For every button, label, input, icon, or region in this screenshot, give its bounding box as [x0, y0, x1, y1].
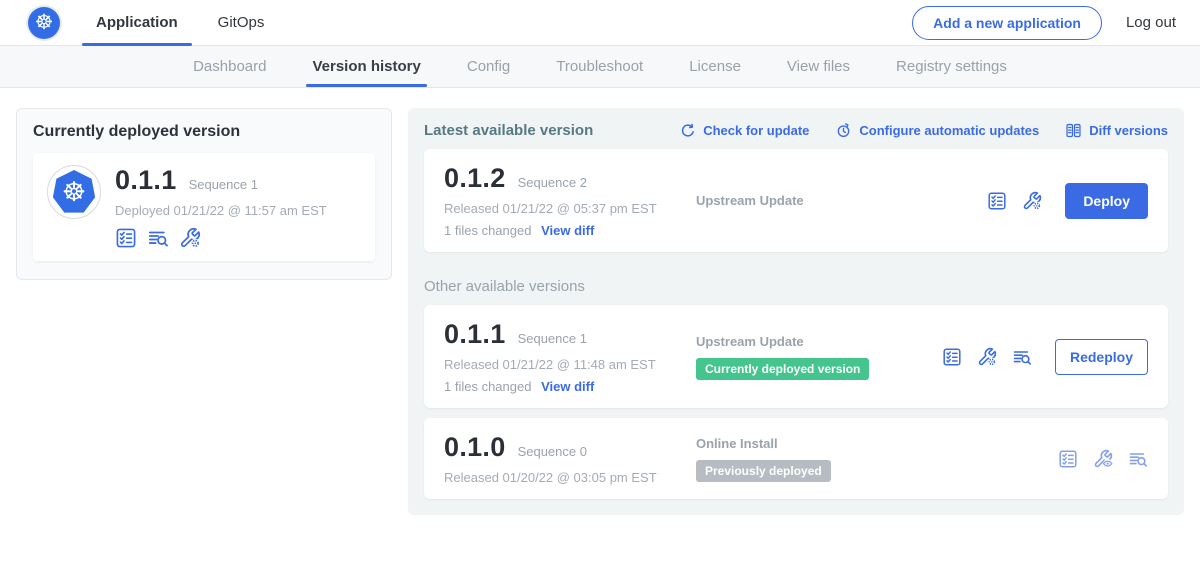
- preflight-checklist-icon[interactable]: [987, 191, 1007, 211]
- configure-automatic-updates-label: Configure automatic updates: [859, 123, 1039, 138]
- view-logs-icon[interactable]: [147, 227, 169, 249]
- deployed-version-tile: ☸ 0.1.1 Sequence 1 Deployed 01/21/22 @ 1…: [33, 153, 375, 261]
- check-for-update-label: Check for update: [703, 123, 809, 138]
- released-timestamp: Released 01/21/22 @ 05:37 pm EST: [444, 201, 696, 216]
- deploy-button[interactable]: Deploy: [1065, 183, 1148, 219]
- subnav-tab-registry-settings-label: Registry settings: [896, 58, 1007, 75]
- subnav-tab-registry-settings[interactable]: Registry settings: [896, 46, 1007, 87]
- subnav-tab-version-history[interactable]: Version history: [312, 46, 420, 87]
- version-number: 0.1.0: [444, 432, 506, 463]
- deployed-version-actions: [115, 227, 327, 249]
- subnav-tab-version-history-label: Version history: [312, 58, 420, 75]
- version-source-column: Online Install Previously deployed: [696, 436, 1058, 482]
- files-changed-count: 1 files changed: [444, 379, 531, 394]
- latest-version-header-row: Latest available version Check for updat…: [424, 122, 1168, 139]
- version-source-label: Upstream Update: [696, 193, 804, 208]
- deployed-version-info: 0.1.1 Sequence 1 Deployed 01/21/22 @ 11:…: [115, 165, 327, 249]
- edit-config-icon[interactable]: [977, 347, 997, 367]
- subnav-tab-view-files[interactable]: View files: [787, 46, 850, 87]
- version-source-column: Upstream Update Currently deployed versi…: [696, 334, 942, 380]
- app-logo-badge: ☸: [47, 165, 101, 219]
- subnav-tab-config-label: Config: [467, 58, 510, 75]
- version-source-label: Online Install: [696, 436, 778, 451]
- version-source-label: Upstream Update: [696, 334, 804, 349]
- tab-application-label: Application: [96, 14, 178, 31]
- preflight-checklist-icon[interactable]: [942, 347, 962, 367]
- version-info: 0.1.1 Sequence 1 Released 01/21/22 @ 11:…: [444, 319, 696, 394]
- view-config-icon[interactable]: [1093, 449, 1113, 469]
- redeploy-button[interactable]: Redeploy: [1055, 339, 1148, 375]
- schedule-icon: [835, 122, 852, 139]
- edit-config-icon[interactable]: [1022, 191, 1042, 211]
- previously-deployed-badge: Previously deployed: [696, 460, 831, 482]
- helm-glyph: ☸: [62, 179, 86, 206]
- diff-versions-label: Diff versions: [1089, 123, 1168, 138]
- kubernetes-helm-icon: ☸: [52, 170, 96, 214]
- check-for-update-link[interactable]: Check for update: [679, 122, 809, 139]
- version-row-0-1-2: 0.1.2 Sequence 2 Released 01/21/22 @ 05:…: [424, 149, 1168, 252]
- version-info: 0.1.2 Sequence 2 Released 01/21/22 @ 05:…: [444, 163, 696, 238]
- view-logs-icon[interactable]: [1128, 449, 1148, 469]
- add-new-application-button[interactable]: Add a new application: [912, 6, 1102, 40]
- released-timestamp: Released 01/21/22 @ 11:48 am EST: [444, 357, 696, 372]
- other-versions-title: Other available versions: [424, 278, 1168, 295]
- view-diff-link[interactable]: View diff: [541, 223, 594, 238]
- files-changed-count: 1 files changed: [444, 223, 531, 238]
- subnav-tab-license-label: License: [689, 58, 741, 75]
- sequence-label: Sequence 0: [518, 444, 587, 459]
- app-subnav: Dashboard Version history Config Trouble…: [0, 46, 1200, 88]
- kubernetes-helm-icon: ☸: [28, 7, 60, 39]
- main-content: Currently deployed version ☸ 0.1.1 Seque…: [0, 88, 1200, 535]
- view-logs-icon[interactable]: [1012, 347, 1032, 367]
- sequence-label: Sequence 1: [518, 331, 587, 346]
- deployed-sequence-label: Sequence 1: [189, 177, 258, 192]
- app-header: ☸ Application GitOps Add a new applicati…: [0, 0, 1200, 46]
- files-changed-line: 1 files changed View diff: [444, 379, 696, 394]
- currently-deployed-card: Currently deployed version ☸ 0.1.1 Seque…: [16, 108, 392, 280]
- configure-automatic-updates-link[interactable]: Configure automatic updates: [835, 122, 1039, 139]
- currently-deployed-badge: Currently deployed version: [696, 358, 869, 380]
- sequence-label: Sequence 2: [518, 175, 587, 190]
- tab-application[interactable]: Application: [96, 0, 178, 46]
- subnav-tab-troubleshoot-label: Troubleshoot: [556, 58, 643, 75]
- diff-icon: [1065, 122, 1082, 139]
- preflight-checklist-icon[interactable]: [115, 227, 137, 249]
- subnav-tab-config[interactable]: Config: [467, 46, 510, 87]
- subnav-tab-license[interactable]: License: [689, 46, 741, 87]
- helm-glyph: ☸: [35, 12, 54, 33]
- update-actions: Check for update Configure automatic upd…: [679, 122, 1168, 139]
- version-info: 0.1.0 Sequence 0 Released 01/20/22 @ 03:…: [444, 432, 696, 485]
- deployed-timestamp: Deployed 01/21/22 @ 11:57 am EST: [115, 203, 327, 218]
- tab-gitops[interactable]: GitOps: [218, 0, 265, 46]
- version-number: 0.1.1: [444, 319, 506, 350]
- latest-version-title: Latest available version: [424, 122, 593, 139]
- files-changed-line: 1 files changed View diff: [444, 223, 696, 238]
- subnav-tab-dashboard[interactable]: Dashboard: [193, 46, 266, 87]
- version-history-panel: Latest available version Check for updat…: [408, 108, 1184, 515]
- diff-versions-link[interactable]: Diff versions: [1065, 122, 1168, 139]
- view-diff-link[interactable]: View diff: [541, 379, 594, 394]
- subnav-tab-troubleshoot[interactable]: Troubleshoot: [556, 46, 643, 87]
- version-actions: Redeploy: [942, 339, 1148, 375]
- version-row-0-1-0: 0.1.0 Sequence 0 Released 01/20/22 @ 03:…: [424, 418, 1168, 499]
- subnav-tab-view-files-label: View files: [787, 58, 850, 75]
- header-right: Add a new application Log out: [912, 6, 1176, 40]
- version-actions: [1058, 449, 1148, 469]
- version-row-0-1-1: 0.1.1 Sequence 1 Released 01/21/22 @ 11:…: [424, 305, 1168, 408]
- edit-config-icon[interactable]: [179, 227, 201, 249]
- version-actions: Deploy: [987, 183, 1148, 219]
- version-number: 0.1.2: [444, 163, 506, 194]
- released-timestamp: Released 01/20/22 @ 03:05 pm EST: [444, 470, 696, 485]
- refresh-icon: [679, 122, 696, 139]
- preflight-checklist-icon[interactable]: [1058, 449, 1078, 469]
- subnav-tab-dashboard-label: Dashboard: [193, 58, 266, 75]
- header-tabs: Application GitOps: [96, 0, 304, 46]
- currently-deployed-title: Currently deployed version: [33, 123, 375, 141]
- tab-gitops-label: GitOps: [218, 14, 265, 31]
- logout-button[interactable]: Log out: [1126, 14, 1176, 31]
- version-source-column: Upstream Update: [696, 193, 987, 208]
- deployed-version-number: 0.1.1: [115, 165, 177, 196]
